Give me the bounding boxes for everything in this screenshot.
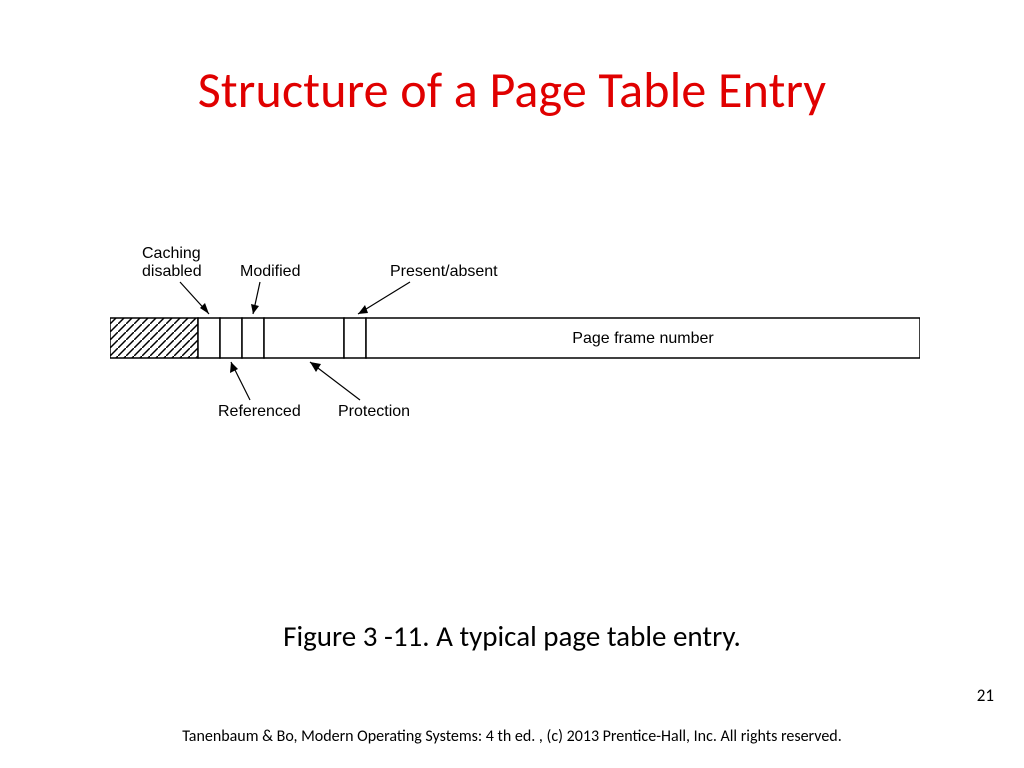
reserved-hatched: [110, 318, 198, 358]
page-number: 21: [977, 685, 994, 706]
label-page-frame-number: Page frame number: [572, 330, 714, 347]
label-present-absent: Present/absent: [390, 263, 498, 280]
field-caching-disabled: [198, 318, 220, 358]
diagram-svg: Page frame number Caching disabled Modif…: [110, 236, 920, 436]
label-caching-line1: Caching: [142, 245, 201, 262]
label-modified: Modified: [240, 263, 300, 280]
arrowhead-modified: [251, 304, 259, 314]
arrowhead-present: [358, 305, 368, 314]
label-referenced: Referenced: [218, 403, 301, 420]
label-caching-line2: disabled: [142, 263, 202, 280]
field-modified: [242, 318, 264, 358]
footer-citation: Tanenbaum & Bo, Modern Operating Systems…: [0, 727, 1024, 746]
arrowhead-caching: [200, 303, 209, 314]
entry-bar: [110, 318, 920, 358]
arrowhead-referenced: [230, 362, 238, 373]
slide-title: Structure of a Page Table Entry: [0, 60, 1024, 121]
field-referenced: [220, 318, 242, 358]
field-present-absent: [344, 318, 366, 358]
label-protection: Protection: [338, 403, 410, 420]
figure-caption: Figure 3 -11. A typical page table entry…: [0, 618, 1024, 654]
arrowhead-protection: [310, 362, 321, 372]
field-protection: [264, 318, 344, 358]
page-table-entry-diagram: Page frame number Caching disabled Modif…: [110, 236, 920, 436]
slide: Structure of a Page Table Entry: [0, 0, 1024, 768]
